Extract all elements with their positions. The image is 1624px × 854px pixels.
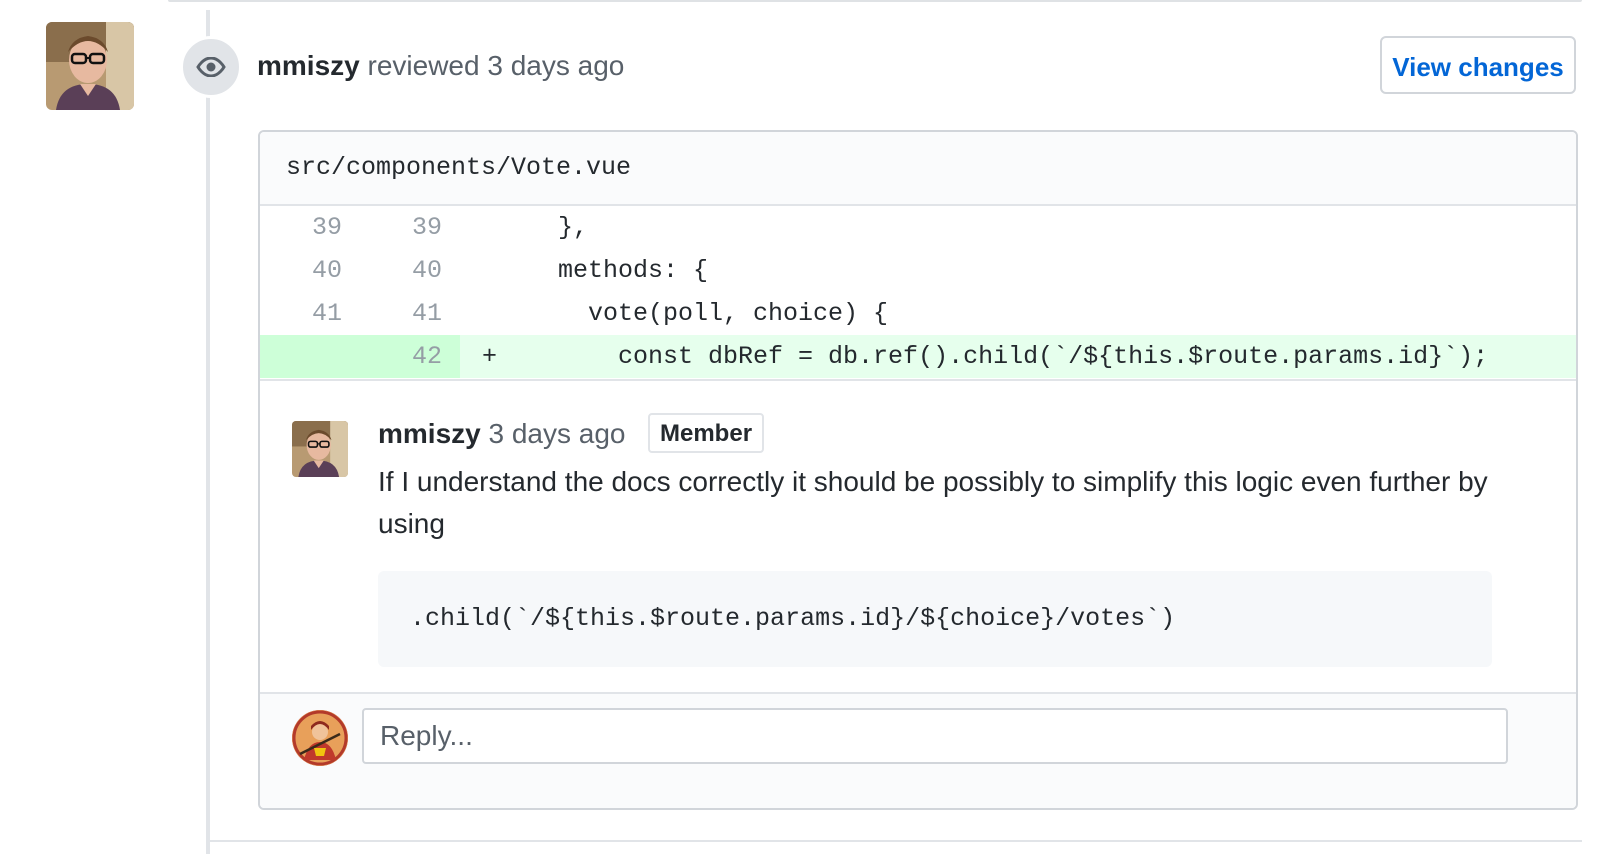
review-header: mmiszy reviewed 3 days ago	[257, 46, 624, 86]
review-author[interactable]: mmiszy	[257, 50, 360, 81]
comment-author[interactable]: mmiszy	[378, 418, 481, 449]
eye-icon	[196, 57, 226, 77]
old-line-number[interactable]: 40	[260, 249, 342, 292]
diff-code: methods: {	[528, 256, 709, 285]
review-comment: mmiszy 3 days ago Member If I understand…	[260, 379, 1576, 706]
avatar[interactable]	[46, 22, 134, 110]
review-badge	[180, 36, 242, 98]
timeline-line	[206, 10, 210, 854]
comment-body: If I understand the docs correctly it sh…	[378, 466, 1488, 539]
diff-hunk: 39 39 }, 40 40 methods: { 41 41 vote(pol…	[260, 206, 1576, 378]
diff-code: const dbRef = db.ref().child(`/${this.$r…	[528, 342, 1489, 371]
timeline-divider	[210, 840, 1582, 842]
diff-row: 41 41 vote(poll, choice) {	[260, 292, 1576, 335]
diff-row: 39 39 },	[260, 206, 1576, 249]
review-thread: src/components/Vote.vue 39 39 }, 40 40 m…	[258, 130, 1578, 810]
avatar-image	[292, 710, 348, 766]
new-line-number[interactable]: 40	[360, 249, 442, 292]
new-line-number[interactable]: 41	[360, 292, 442, 335]
comment-header: mmiszy 3 days ago	[378, 411, 626, 457]
member-badge: Member	[648, 413, 765, 453]
new-line-number[interactable]: 39	[360, 206, 442, 249]
previous-item-border	[168, 0, 1582, 2]
old-line-number[interactable]: 41	[260, 292, 342, 335]
diff-row: 40 40 methods: {	[260, 249, 1576, 292]
diff-code: },	[528, 213, 589, 242]
review-action: reviewed	[359, 50, 488, 81]
comment-avatar[interactable]	[292, 421, 348, 477]
avatar-image	[46, 22, 134, 110]
comment-code-block: .child(`/${this.$route.params.id}/${choi…	[378, 571, 1492, 667]
review-time[interactable]: 3 days ago	[487, 50, 624, 81]
diff-code: vote(poll, choice) {	[528, 299, 889, 328]
avatar-image	[292, 421, 348, 477]
reply-input[interactable]	[362, 708, 1508, 764]
file-path[interactable]: src/components/Vote.vue	[260, 132, 1576, 206]
comment-time[interactable]: 3 days ago	[489, 418, 626, 449]
old-line-number[interactable]	[260, 335, 342, 378]
new-line-number[interactable]: 42	[360, 335, 442, 378]
reply-area	[260, 692, 1576, 808]
reply-avatar[interactable]	[292, 710, 348, 766]
diff-marker: +	[482, 342, 498, 371]
view-changes-button[interactable]: View changes	[1380, 36, 1576, 94]
diff-row-added: 42 + const dbRef = db.ref().child(`/${th…	[260, 335, 1576, 378]
old-line-number[interactable]: 39	[260, 206, 342, 249]
